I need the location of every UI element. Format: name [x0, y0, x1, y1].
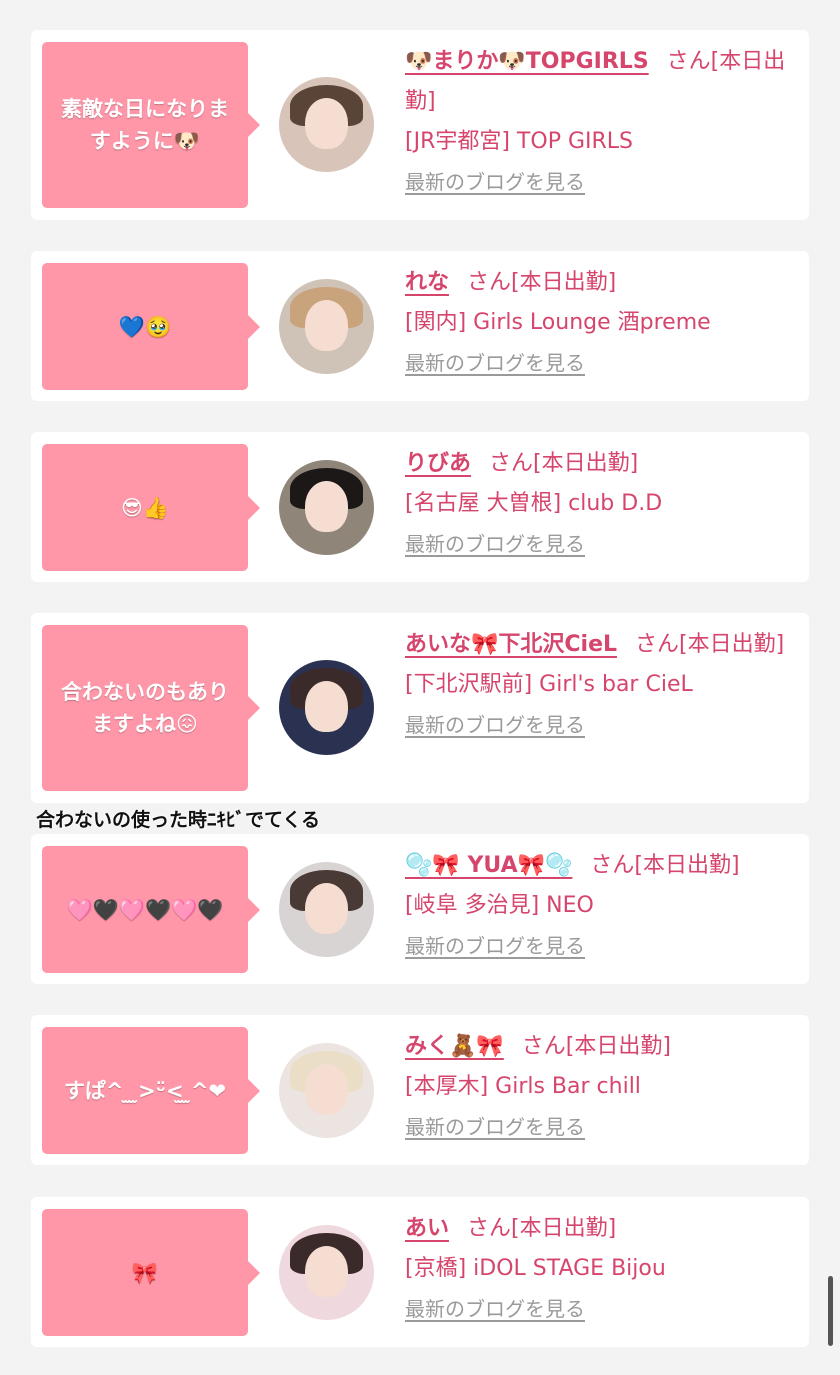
girl-card[interactable]: すぱ^ ̫ ̫>ᵕ̈<̫ ̫^❤ みく🧸🎀 さん[本日出勤] [本厚木] Girl…	[31, 1015, 809, 1165]
message-bubble: すぱ^ ̫ ̫>ᵕ̈<̫ ̫^❤	[42, 1027, 260, 1154]
scrollbar[interactable]	[828, 1276, 833, 1346]
attendance-status: さん[本日出勤]	[489, 451, 639, 476]
girl-avatar[interactable]	[279, 77, 374, 172]
message-bubble: 💙🥹	[42, 263, 260, 390]
overlay-caption: 合わないの使った時ﾆｷﾋﾞでてくる	[36, 809, 321, 831]
message-text: 🎀	[131, 1260, 159, 1285]
shop-name: [下北沢駅前] Girl's bar CieL	[405, 672, 693, 697]
message-bubble: 🎀	[42, 1209, 260, 1336]
shop-name: [京橋] iDOL STAGE Bijou	[405, 1256, 666, 1281]
girl-name-link[interactable]: みく🧸🎀	[405, 1034, 504, 1059]
shop-name: [関内] Girls Lounge 酒preme	[405, 310, 711, 335]
girl-name-link[interactable]: 🫧🎀 YUA🎀🫧	[405, 853, 572, 878]
girl-info: みく🧸🎀 さん[本日出勤] [本厚木] Girls Bar chill 最新のブロ…	[405, 1027, 800, 1145]
message-bubble: 🩷🖤🩷🖤🩷🖤	[42, 846, 260, 973]
girl-name-link[interactable]: れな	[405, 270, 449, 295]
girl-avatar[interactable]	[279, 1043, 374, 1138]
message-text: 💙🥹	[118, 314, 172, 339]
girl-card[interactable]: 素敵な日になりますように🐶 🐶まりか🐶TOPGIRLS さん[本日出勤] [JR宇…	[31, 30, 809, 220]
message-bubble: 合わないのもありますよね😖	[42, 625, 260, 791]
message-text: すぱ^ ̫ ̫>ᵕ̈<̫ ̫^❤	[63, 1078, 227, 1103]
message-bubble: 😎👍	[42, 444, 260, 571]
latest-blog-link[interactable]: 最新のブログを見る	[405, 707, 585, 743]
girl-avatar[interactable]	[279, 460, 374, 555]
attendance-status: さん[本日出勤]	[590, 853, 740, 878]
attendance-status: さん[本日出勤]	[467, 270, 617, 295]
attendance-status: さん[本日出勤]	[521, 1034, 671, 1059]
girl-name-link[interactable]: あいな🎀下北沢CieL	[405, 632, 617, 657]
attendance-status: さん[本日出勤]	[635, 632, 785, 657]
girl-card[interactable]: 合わないのもありますよね😖 あいな🎀下北沢CieL さん[本日出勤] [下北沢駅前…	[31, 613, 809, 803]
girl-card[interactable]: 🎀 あい さん[本日出勤] [京橋] iDOL STAGE Bijou 最新のブロ…	[31, 1197, 809, 1347]
girl-name-link[interactable]: りびあ	[405, 451, 471, 476]
shop-name: [岐阜 多治見] NEO	[405, 893, 594, 918]
latest-blog-link[interactable]: 最新のブログを見る	[405, 345, 585, 381]
message-text: 合わないのもありますよね😖	[61, 680, 229, 736]
girl-card[interactable]: 💙🥹 れな さん[本日出勤] [関内] Girls Lounge 酒preme 最…	[31, 251, 809, 401]
girl-card[interactable]: 😎👍 りびあ さん[本日出勤] [名古屋 大曽根] club D.D 最新のブログ…	[31, 432, 809, 582]
girl-avatar[interactable]	[279, 279, 374, 374]
girl-name-link[interactable]: 🐶まりか🐶TOPGIRLS	[405, 49, 649, 74]
girl-info: あい さん[本日出勤] [京橋] iDOL STAGE Bijou 最新のブログを…	[405, 1209, 800, 1327]
latest-blog-link[interactable]: 最新のブログを見る	[405, 526, 585, 562]
message-text: 😎👍	[120, 495, 170, 520]
message-bubble: 素敵な日になりますように🐶	[42, 42, 260, 208]
girl-name-link[interactable]: あい	[405, 1216, 449, 1241]
girl-avatar[interactable]	[279, 660, 374, 755]
girl-info: 🫧🎀 YUA🎀🫧 さん[本日出勤] [岐阜 多治見] NEO 最新のブログを見る	[405, 846, 800, 964]
girl-avatar[interactable]	[279, 1225, 374, 1320]
girl-card[interactable]: 🩷🖤🩷🖤🩷🖤 🫧🎀 YUA🎀🫧 さん[本日出勤] [岐阜 多治見] NEO 最新の…	[31, 834, 809, 984]
girl-avatar[interactable]	[279, 862, 374, 957]
latest-blog-link[interactable]: 最新のブログを見る	[405, 164, 585, 200]
girl-info: りびあ さん[本日出勤] [名古屋 大曽根] club D.D 最新のブログを見る	[405, 444, 800, 562]
latest-blog-link[interactable]: 最新のブログを見る	[405, 1291, 585, 1327]
attendance-status: さん[本日出勤]	[467, 1216, 617, 1241]
shop-name: [本厚木] Girls Bar chill	[405, 1074, 641, 1099]
message-text: 素敵な日になりますように🐶	[61, 97, 229, 153]
girl-info: れな さん[本日出勤] [関内] Girls Lounge 酒preme 最新のブ…	[405, 263, 800, 381]
shop-name: [名古屋 大曽根] club D.D	[405, 491, 663, 516]
girl-info: あいな🎀下北沢CieL さん[本日出勤] [下北沢駅前] Girl's bar C…	[405, 625, 800, 743]
girl-info: 🐶まりか🐶TOPGIRLS さん[本日出勤] [JR宇都宮] TOP GIRLS …	[405, 42, 800, 200]
message-text: 🩷🖤🩷🖤🩷🖤	[66, 897, 224, 922]
latest-blog-link[interactable]: 最新のブログを見る	[405, 928, 585, 964]
latest-blog-link[interactable]: 最新のブログを見る	[405, 1109, 585, 1145]
shop-name: [JR宇都宮] TOP GIRLS	[405, 129, 633, 154]
